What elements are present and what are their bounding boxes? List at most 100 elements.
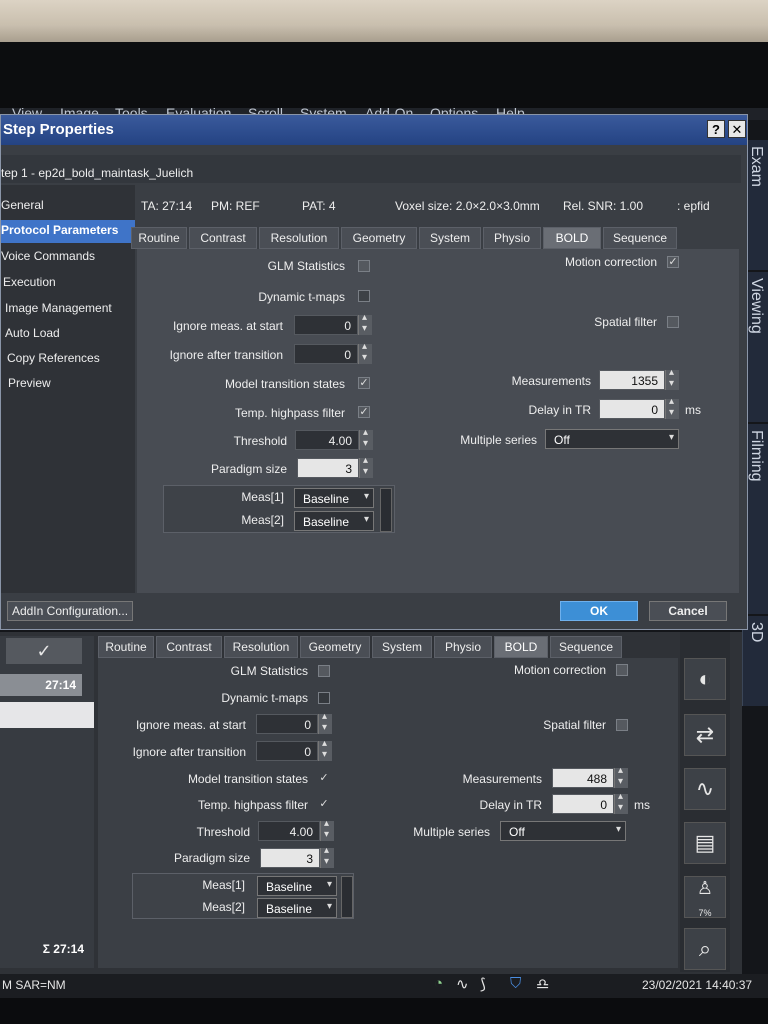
measurements-input[interactable]: 488 bbox=[552, 768, 614, 788]
multiple-series-select[interactable]: Off ▾ bbox=[545, 429, 679, 449]
paradigm-scrollbar[interactable] bbox=[380, 488, 392, 532]
measurements-label: Measurements bbox=[462, 772, 542, 786]
threshold-spinner[interactable] bbox=[320, 818, 334, 841]
ignore-transition-input[interactable]: 0 bbox=[294, 344, 358, 364]
paradigm-size-input[interactable]: 3 bbox=[260, 848, 320, 868]
threshold-spinner[interactable] bbox=[359, 427, 373, 450]
paradigm-size-input[interactable]: 3 bbox=[297, 458, 359, 478]
measurements-spinner[interactable] bbox=[614, 765, 628, 788]
tab-geometry[interactable]: Geometry bbox=[300, 636, 370, 658]
ignore-transition-spinner[interactable] bbox=[318, 738, 332, 761]
glm-statistics-checkbox[interactable] bbox=[358, 260, 370, 272]
motion-correction-checkbox[interactable]: ✓ bbox=[667, 256, 679, 268]
delay-in-tr-input[interactable]: 0 bbox=[552, 794, 614, 814]
active-step-bar[interactable] bbox=[0, 702, 94, 728]
delay-in-tr-spinner[interactable] bbox=[665, 396, 679, 419]
patient-position-icon[interactable]: ♙ 7% bbox=[684, 876, 726, 918]
tab-bold[interactable]: BOLD bbox=[543, 227, 601, 249]
voxel-size-readout: Voxel size: 2.0×2.0×3.0mm bbox=[395, 199, 540, 213]
tab-resolution[interactable]: Resolution bbox=[224, 636, 298, 658]
physio-icon[interactable]: ∿ bbox=[684, 768, 726, 810]
search-icon[interactable]: ⌕ bbox=[684, 928, 726, 970]
model-transition-checkbox[interactable]: ✓ bbox=[358, 377, 370, 389]
highpass-checkbox[interactable]: ✓ bbox=[318, 799, 330, 811]
tab-contrast[interactable]: Contrast bbox=[189, 227, 257, 249]
measurements-spinner[interactable] bbox=[665, 367, 679, 390]
close-button[interactable]: ✕ bbox=[728, 120, 746, 138]
main-bold-params-card: GLM Statistics Dynamic t-maps Ignore mea… bbox=[98, 658, 678, 968]
layout-icon[interactable]: ▤ bbox=[684, 822, 726, 864]
ignore-transition-label: Ignore after transition bbox=[169, 348, 283, 362]
meas1-label: Meas[1] bbox=[202, 878, 245, 892]
chevron-down-icon: ▾ bbox=[615, 824, 621, 835]
delay-unit: ms bbox=[685, 403, 701, 417]
tab-geometry[interactable]: Geometry bbox=[341, 227, 417, 249]
spatial-filter-checkbox[interactable] bbox=[667, 316, 679, 328]
paradigm-size-spinner[interactable] bbox=[359, 455, 373, 478]
ignore-start-input[interactable]: 0 bbox=[256, 714, 318, 734]
model-transition-checkbox[interactable]: ✓ bbox=[318, 773, 330, 785]
measurements-input[interactable]: 1355 bbox=[599, 370, 665, 390]
tab-physio[interactable]: Physio bbox=[483, 227, 541, 249]
paradigm-size-label: Paradigm size bbox=[210, 462, 287, 476]
ta-readout: TA: 27:14 bbox=[141, 199, 193, 213]
tab-system[interactable]: System bbox=[372, 636, 432, 658]
delay-in-tr-input[interactable]: 0 bbox=[599, 399, 665, 419]
nav-auto-load[interactable]: Auto Load bbox=[1, 323, 135, 346]
ignore-start-spinner[interactable] bbox=[318, 711, 332, 734]
nav-execution[interactable]: Execution bbox=[1, 272, 135, 295]
meas1-select[interactable]: Baseline ▾ bbox=[257, 876, 337, 896]
threshold-label: Threshold bbox=[196, 825, 250, 839]
delay-in-tr-spinner[interactable] bbox=[614, 791, 628, 814]
tab-system[interactable]: System bbox=[419, 227, 481, 249]
meas2-value: Baseline bbox=[303, 515, 350, 529]
tab-bold[interactable]: BOLD bbox=[494, 636, 548, 658]
tab-resolution[interactable]: Resolution bbox=[259, 227, 339, 249]
meas2-select[interactable]: Baseline ▾ bbox=[294, 511, 374, 531]
nav-image-management[interactable]: Image Management bbox=[1, 298, 135, 321]
dynamic-tmaps-checkbox[interactable] bbox=[318, 692, 330, 704]
glm-statistics-checkbox[interactable] bbox=[318, 665, 330, 677]
nav-copy-references[interactable]: Copy References bbox=[1, 348, 135, 371]
meas1-select[interactable]: Baseline ▾ bbox=[294, 488, 374, 508]
nav-voice-commands[interactable]: Voice Commands bbox=[1, 246, 135, 269]
tab-contrast[interactable]: Contrast bbox=[156, 636, 222, 658]
multiple-series-value: Off bbox=[509, 825, 525, 839]
check-icon[interactable]: ✓ bbox=[6, 638, 82, 664]
tab-routine[interactable]: Routine bbox=[131, 227, 187, 249]
meas2-select[interactable]: Baseline ▾ bbox=[257, 898, 337, 918]
delay-unit: ms bbox=[634, 798, 650, 812]
cancel-button[interactable]: Cancel bbox=[649, 601, 727, 621]
ok-button[interactable]: OK bbox=[560, 601, 638, 621]
exchange-icon[interactable]: ⇄ bbox=[684, 714, 726, 756]
ignore-transition-spinner[interactable] bbox=[358, 341, 372, 364]
ignore-transition-input[interactable]: 0 bbox=[256, 741, 318, 761]
inline-image-icon[interactable]: ◐ bbox=[684, 658, 726, 700]
help-button[interactable]: ? bbox=[707, 120, 725, 138]
nav-preview[interactable]: Preview bbox=[1, 373, 135, 396]
tab-routine[interactable]: Routine bbox=[98, 636, 154, 658]
motion-correction-checkbox[interactable] bbox=[616, 664, 628, 676]
paradigm-size-spinner[interactable] bbox=[320, 845, 334, 868]
multiple-series-value: Off bbox=[554, 433, 570, 447]
dynamic-tmaps-checkbox[interactable] bbox=[358, 290, 370, 302]
pm-readout: PM: REF bbox=[211, 199, 260, 213]
tab-sequence[interactable]: Sequence bbox=[603, 227, 677, 249]
ignore-start-input[interactable]: 0 bbox=[294, 315, 358, 335]
highpass-label: Temp. highpass filter bbox=[234, 406, 345, 420]
highpass-checkbox[interactable]: ✓ bbox=[358, 406, 370, 418]
spatial-filter-checkbox[interactable] bbox=[616, 719, 628, 731]
tab-sequence[interactable]: Sequence bbox=[550, 636, 622, 658]
tab-physio[interactable]: Physio bbox=[434, 636, 492, 658]
meas2-label: Meas[2] bbox=[241, 513, 284, 527]
dialog-tabs: Routine Contrast Resolution Geometry Sys… bbox=[131, 227, 691, 249]
multiple-series-select[interactable]: Off ▾ bbox=[500, 821, 626, 841]
threshold-input[interactable]: 4.00 bbox=[295, 430, 359, 450]
nav-protocol-parameters[interactable]: Protocol Parameters bbox=[1, 220, 135, 243]
ignore-start-spinner[interactable] bbox=[358, 312, 372, 335]
nav-general[interactable]: General bbox=[1, 195, 135, 218]
paradigm-scrollbar[interactable] bbox=[341, 876, 353, 918]
highpass-label: Temp. highpass filter bbox=[197, 798, 308, 812]
addin-configuration-button[interactable]: AddIn Configuration... bbox=[7, 601, 133, 621]
threshold-input[interactable]: 4.00 bbox=[258, 821, 320, 841]
